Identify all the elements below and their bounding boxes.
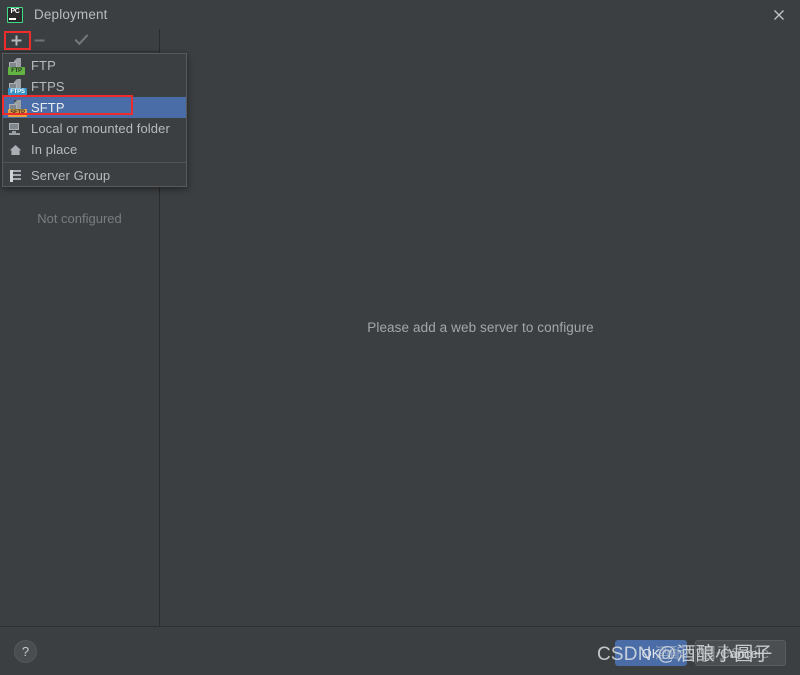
server-ftp-icon: FTP (8, 57, 25, 75)
server-group-icon (8, 168, 24, 184)
help-icon[interactable]: ? (14, 640, 37, 663)
pycharm-icon-text: PC (10, 7, 20, 15)
menu-item-label: SFTP (31, 100, 65, 115)
apply-default-button[interactable] (70, 30, 93, 51)
menu-item-label: Server Group (31, 168, 111, 183)
ok-button[interactable]: OK (615, 640, 687, 666)
add-server-popup-menu: FTP FTP FTPS FTPS SFTP SFTP Local or mou… (2, 53, 187, 187)
menu-item-sftp[interactable]: SFTP SFTP (3, 97, 186, 118)
menu-item-local-or-mounted-folder[interactable]: Local or mounted folder (3, 118, 186, 139)
dialog-title: Deployment (34, 7, 108, 22)
pycharm-icon: PC (7, 6, 23, 23)
menu-item-ftp[interactable]: FTP FTP (3, 55, 186, 76)
server-ftps-icon-tag: FTPS (8, 87, 27, 96)
menu-item-server-group[interactable]: Server Group (3, 165, 186, 186)
home-icon (8, 142, 24, 158)
server-ftp-icon-tag: FTP (8, 66, 25, 75)
menu-item-ftps[interactable]: FTPS FTPS (3, 76, 186, 97)
remove-server-button[interactable] (28, 30, 51, 51)
dialog-titlebar: PC Deployment (0, 0, 800, 29)
menu-item-label: FTPS (31, 79, 65, 94)
server-sftp-icon: SFTP (8, 99, 27, 117)
menu-item-label: In place (31, 142, 78, 157)
server-list-toolbar (0, 29, 159, 52)
monitor-icon (8, 121, 24, 137)
server-config-panel: Please add a web server to configure (161, 29, 800, 626)
dialog-footer: ? OK Cancel (0, 627, 800, 675)
menu-item-label: Local or mounted folder (31, 121, 170, 136)
pycharm-icon-bar (9, 18, 16, 20)
cancel-button[interactable]: Cancel (695, 640, 786, 666)
config-empty-message: Please add a web server to configure (367, 320, 594, 335)
close-icon[interactable] (766, 3, 792, 27)
add-server-button[interactable] (5, 30, 28, 51)
server-ftps-icon: FTPS (8, 78, 27, 96)
sidebar-empty-text: Not configured (37, 211, 122, 226)
server-sftp-icon-tag: SFTP (8, 108, 27, 117)
menu-separator (3, 162, 186, 163)
menu-item-in-place[interactable]: In place (3, 139, 186, 160)
menu-item-label: FTP (31, 58, 56, 73)
